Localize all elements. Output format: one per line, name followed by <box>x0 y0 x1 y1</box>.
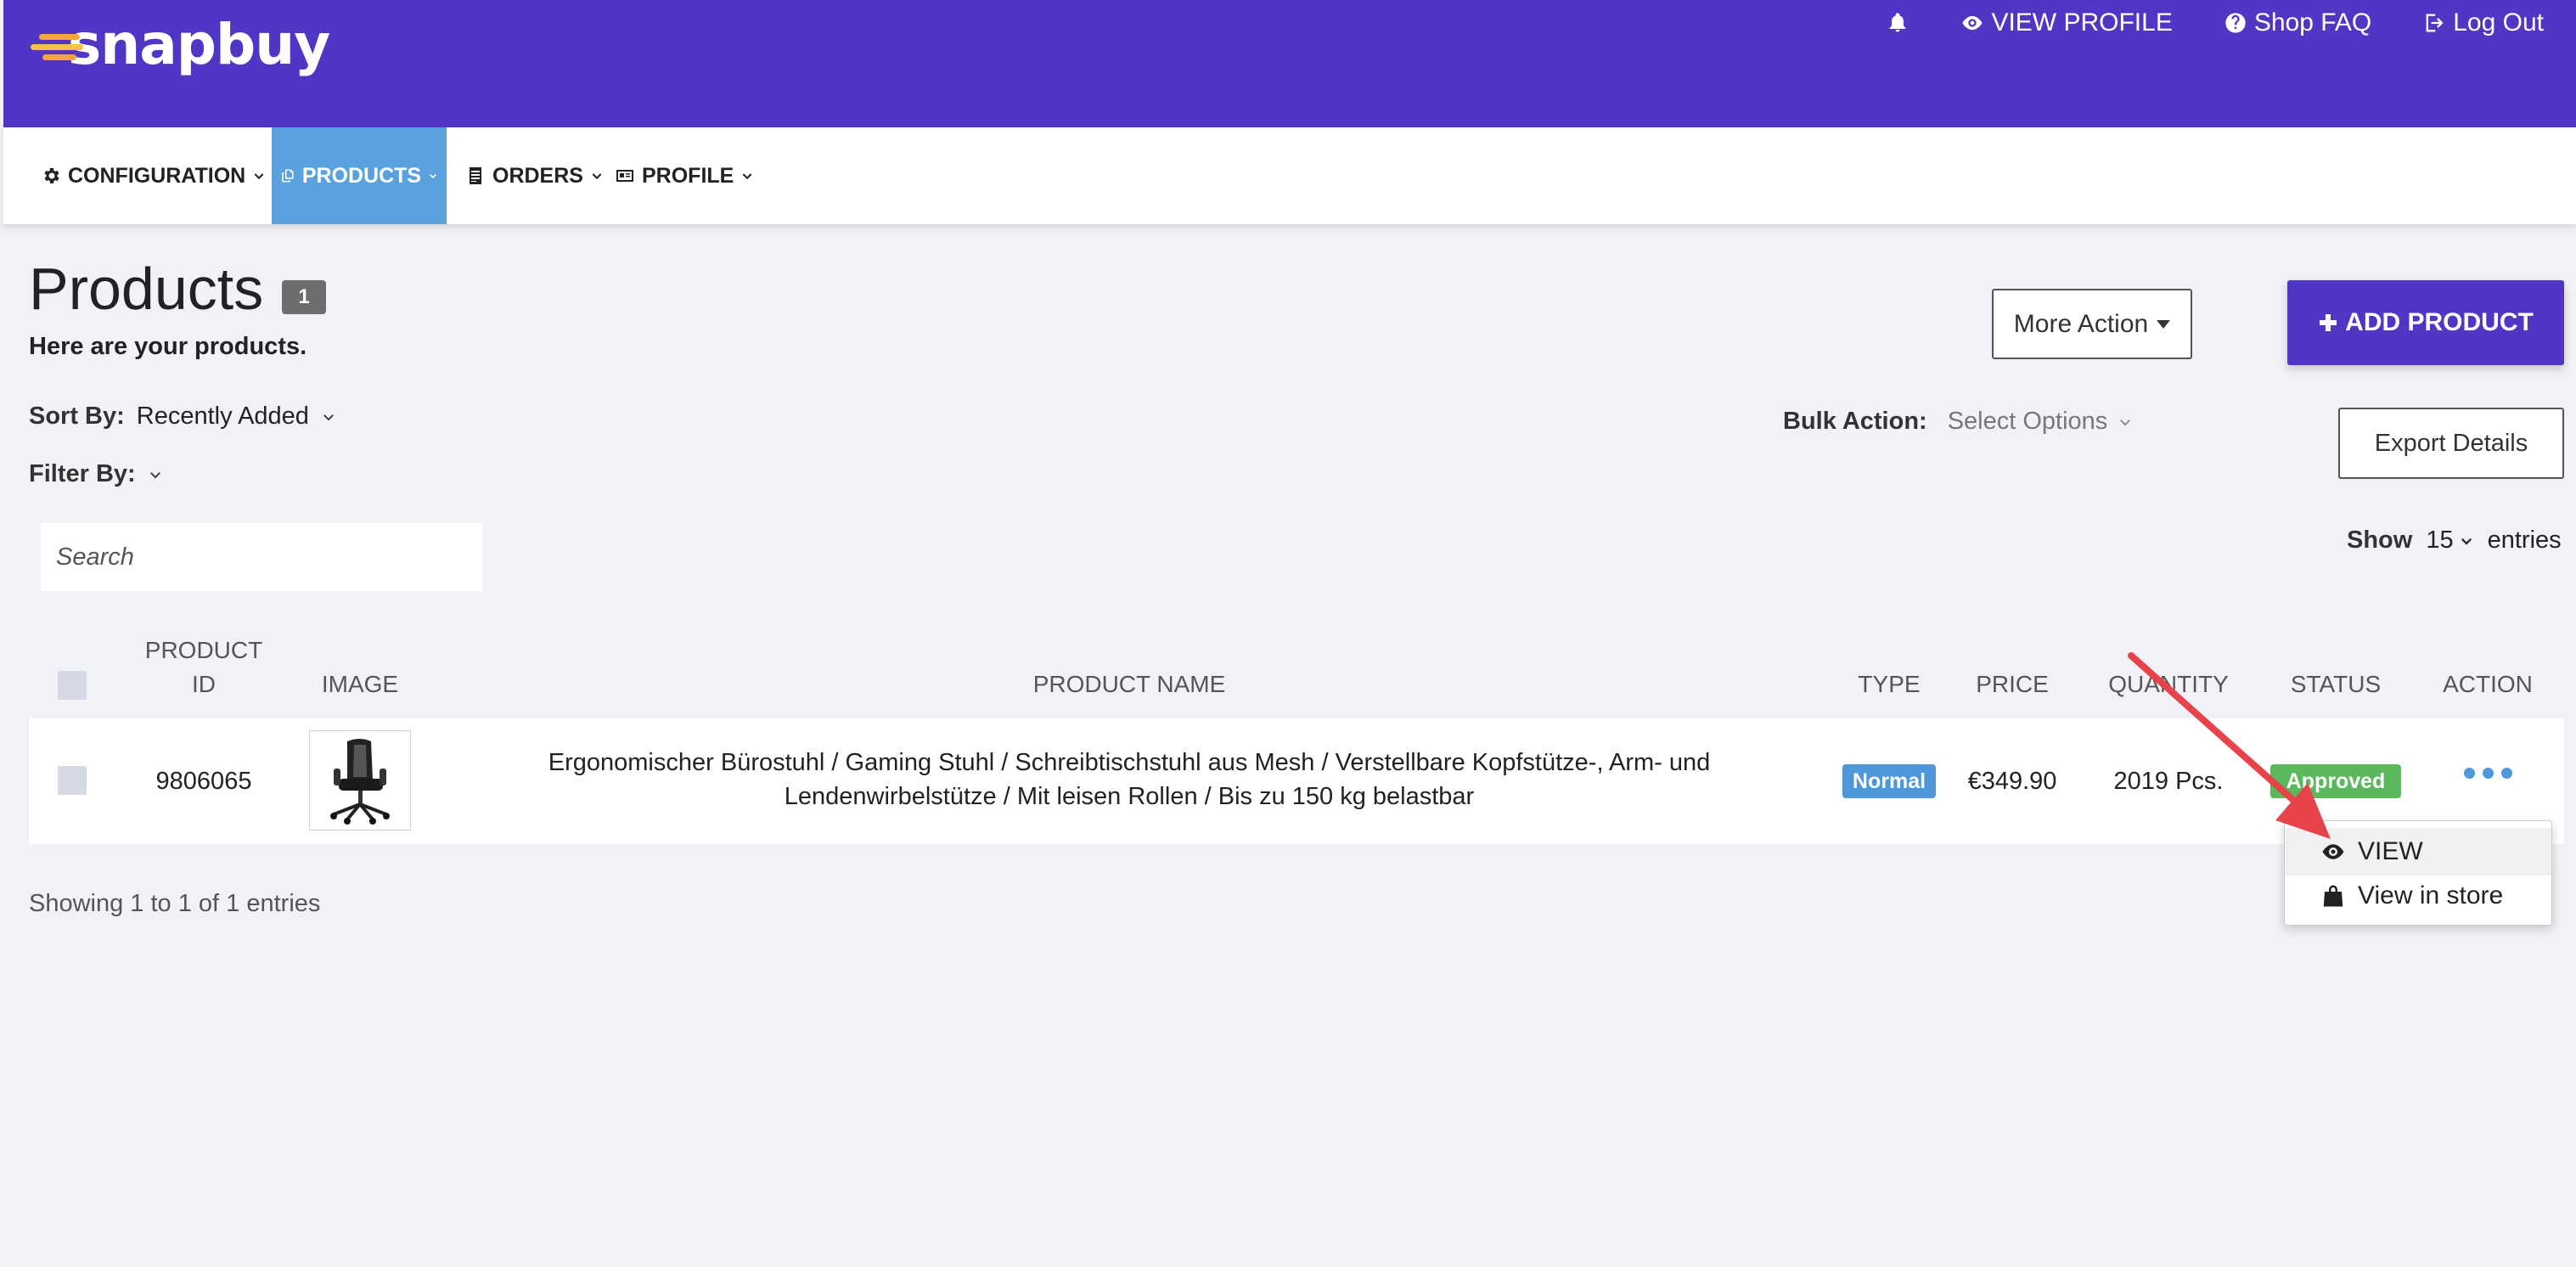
eye-icon <box>1962 15 1983 31</box>
nav-orders-label: ORDERS <box>492 163 583 188</box>
show-entries-control: Show 15 entries <box>2347 527 2562 555</box>
nav-products-label: PRODUCTS <box>301 163 422 188</box>
bell-icon <box>1890 13 1906 32</box>
chevron-down-icon <box>2461 538 2472 545</box>
sort-by-control[interactable]: Sort By: Recently Added <box>29 403 336 431</box>
page-title: Products <box>29 256 264 322</box>
col-header-type[interactable]: TYPE <box>1842 667 1936 701</box>
more-action-button[interactable]: More Action <box>1992 289 2192 359</box>
filter-by-control[interactable]: Filter By: <box>29 460 163 488</box>
col-header-product-id-line1: PRODUCT <box>144 637 263 663</box>
logout-label: Log Out <box>2453 8 2544 37</box>
show-label: Show <box>2347 527 2413 554</box>
view-profile-label: VIEW PROFILE <box>1991 8 2173 37</box>
chevron-down-icon <box>254 173 264 180</box>
bulk-action-control[interactable]: Bulk Action: Select Options <box>1783 408 2133 436</box>
type-badge: Normal <box>1842 764 1936 798</box>
snapbuy-logo[interactable]: snapbuy <box>31 12 330 77</box>
bulk-action-label: Bulk Action: <box>1783 408 1927 435</box>
view-profile-link[interactable]: VIEW PROFILE <box>1960 8 2173 37</box>
logo-speed-lines <box>31 22 98 68</box>
row-action-menu: VIEW View in store <box>2284 820 2552 926</box>
nav-profile[interactable]: PROFILE <box>606 127 762 224</box>
nav-products[interactable]: PRODUCTS <box>272 127 447 224</box>
logout-link[interactable]: Log Out <box>2422 8 2544 37</box>
ellipsis-dot <box>2464 768 2475 779</box>
shop-faq-label: Shop FAQ <box>2253 8 2372 37</box>
quantity-cell: 2019 Pcs. <box>2113 768 2224 795</box>
product-id-cell: 9806065 <box>155 768 252 795</box>
more-action-label: More Action <box>2013 309 2149 338</box>
col-header-product-id-line2: ID <box>192 671 216 697</box>
nav-profile-label: PROFILE <box>642 163 734 188</box>
page-subtitle: Here are your products. <box>29 333 307 360</box>
entries-select[interactable]: 15 <box>2426 527 2473 555</box>
ellipsis-dot <box>2483 768 2494 779</box>
select-all-checkbox[interactable] <box>58 671 87 700</box>
chevron-down-icon <box>323 414 334 420</box>
eye-icon <box>2322 844 2344 859</box>
sort-by-value: Recently Added <box>136 403 309 430</box>
entries-value: 15 <box>2426 527 2454 554</box>
entries-label: entries <box>2487 527 2562 554</box>
notifications-button[interactable] <box>1886 11 1910 35</box>
question-circle-icon <box>2225 13 2246 33</box>
product-thumbnail[interactable] <box>309 730 411 831</box>
filter-by-label: Filter By: <box>29 460 136 487</box>
nav-configuration-label: CONFIGURATION <box>68 163 246 188</box>
export-details-button[interactable]: Export Details <box>2338 408 2564 479</box>
shopping-bag-icon <box>2323 885 2343 907</box>
gear-icon <box>44 168 59 183</box>
id-card-icon <box>616 170 633 182</box>
nav-orders[interactable]: ORDERS <box>457 127 612 224</box>
office-chair-thumbnail <box>330 739 390 825</box>
add-product-label: ADD PRODUCT <box>2345 308 2534 336</box>
ellipsis-dot <box>2501 768 2512 779</box>
row-actions-button[interactable] <box>2464 768 2512 779</box>
sign-out-icon <box>2426 14 2444 32</box>
col-header-price[interactable]: PRICE <box>1961 667 2063 701</box>
price-cell: €349.90 <box>1967 768 2057 795</box>
list-icon <box>470 167 481 184</box>
bulk-action-value: Select Options <box>1947 408 2108 435</box>
main-nav: CONFIGURATION PRODUCTS ORDERS PROFILE <box>3 127 2576 224</box>
col-header-quantity[interactable]: QUANTITY <box>2092 667 2245 701</box>
menu-item-view-in-store[interactable]: View in store <box>2285 872 2551 920</box>
row-checkbox[interactable] <box>58 766 87 795</box>
col-header-product-name[interactable]: PRODUCT NAME <box>934 667 1325 701</box>
chevron-down-icon <box>592 173 602 180</box>
copy-icon <box>282 169 294 183</box>
chevron-down-icon <box>430 173 437 179</box>
menu-item-view-in-store-label: View in store <box>2358 881 2504 909</box>
table-info: Showing 1 to 1 of 1 entries <box>29 890 321 917</box>
plus-icon <box>2320 314 2337 331</box>
chevron-down-icon <box>742 173 752 180</box>
add-product-button[interactable]: ADD PRODUCT <box>2287 280 2564 365</box>
menu-item-view-label: VIEW <box>2358 837 2423 865</box>
col-header-image: IMAGE <box>321 671 399 697</box>
chevron-down-icon <box>2120 419 2131 425</box>
top-header: snapbuy VIEW PROFILE Shop FAQ Log Out <box>3 0 2576 127</box>
status-badge: Approved <box>2270 764 2401 798</box>
nav-configuration[interactable]: CONFIGURATION <box>32 127 274 224</box>
product-count-badge: 1 <box>282 280 326 314</box>
col-header-action: ACTION <box>2443 671 2533 697</box>
col-header-product-id[interactable]: PRODUCT ID <box>136 634 272 701</box>
sort-by-label: Sort By: <box>29 403 125 430</box>
shop-faq-link[interactable]: Shop FAQ <box>2224 8 2371 37</box>
col-header-status[interactable]: STATUS <box>2270 667 2401 701</box>
chevron-down-icon <box>149 471 160 478</box>
logo-text: snapbuy <box>68 12 330 77</box>
bulk-action-select[interactable]: Select Options <box>1948 408 2134 436</box>
caret-down-icon <box>2157 319 2171 329</box>
menu-item-view[interactable]: VIEW <box>2285 828 2551 876</box>
product-name-cell[interactable]: Ergonomischer Bürostuhl / Gaming Stuhl /… <box>475 746 1783 814</box>
search-input[interactable] <box>41 523 482 591</box>
